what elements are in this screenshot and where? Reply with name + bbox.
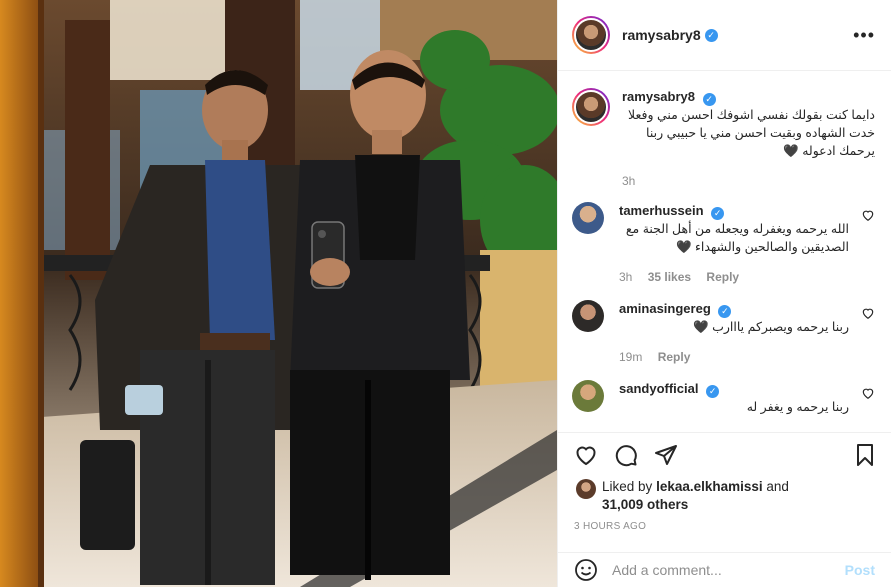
share-paper-plane-icon[interactable]: [654, 443, 678, 467]
verified-badge-icon: ✓: [704, 28, 718, 42]
commenter-username[interactable]: tamerhussein: [619, 203, 704, 218]
action-bar: [558, 432, 891, 476]
verified-badge-icon: ✓: [718, 305, 732, 318]
comment-item: aminasingereg ✓ ربنا يرحمه ويصبركم يااار…: [572, 300, 875, 364]
liker-avatar[interactable]: [576, 479, 596, 499]
verified-badge-icon: ✓: [711, 207, 725, 220]
post-timestamp[interactable]: 3 HOURS AGO: [574, 521, 646, 532]
like-comment-heart-icon[interactable]: [861, 208, 875, 222]
author-avatar[interactable]: [572, 16, 610, 54]
like-comment-heart-icon[interactable]: [861, 386, 875, 400]
post-photo[interactable]: [0, 0, 557, 587]
verified-badge-icon: ✓: [702, 93, 716, 106]
liked-by-prefix: Liked by: [602, 479, 653, 494]
emoji-icon[interactable]: [574, 558, 598, 582]
reply-button[interactable]: Reply: [706, 270, 739, 284]
comments-list[interactable]: ramysabry8 ✓ دايما كنت بقولك نفسي اشوفك …: [558, 72, 891, 432]
liker-username[interactable]: lekaa.elkhamissi: [656, 479, 763, 494]
verified-badge-icon: ✓: [706, 385, 720, 398]
caption-text: دايما كنت بقولك نفسي اشوفك احسن مني وفعل…: [627, 108, 875, 158]
reply-button[interactable]: Reply: [658, 350, 691, 364]
post-caption: ramysabry8 ✓ دايما كنت بقولك نفسي اشوفك …: [572, 88, 875, 188]
commenter-avatar[interactable]: [572, 202, 604, 234]
comment-text: ربنا يرحمه ويصبركم يااارب 🖤: [693, 320, 849, 334]
post-header: ramysabry8 ✓ •••: [558, 0, 891, 71]
caption-author-avatar[interactable]: [572, 88, 610, 126]
comment-bubble-icon[interactable]: [614, 443, 638, 467]
more-options-icon[interactable]: •••: [853, 25, 875, 46]
comment-item: tamerhussein ✓ الله يرحمه ويغفرله ويجعله…: [572, 202, 875, 284]
commenter-username[interactable]: sandyofficial: [619, 381, 698, 396]
likes-summary: Liked by lekaa.elkhamissi and 31,009 oth…: [576, 478, 875, 514]
likes-others-count[interactable]: 31,009 others: [602, 497, 688, 512]
author-username[interactable]: ramysabry8: [622, 27, 701, 43]
comment-time[interactable]: 19m: [619, 350, 642, 364]
add-comment-bar: Post: [558, 552, 891, 587]
comment-item: sandyofficial ✓ ربنا يرحمه و يغفر له: [572, 380, 875, 416]
save-bookmark-icon[interactable]: [853, 443, 877, 467]
comment-likes[interactable]: 35 likes: [648, 270, 691, 284]
caption-username[interactable]: ramysabry8: [622, 89, 695, 104]
commenter-username[interactable]: aminasingereg: [619, 301, 711, 316]
liked-by-joiner: and: [766, 479, 789, 494]
add-comment-input[interactable]: [612, 562, 845, 578]
caption-time[interactable]: 3h: [622, 174, 635, 188]
comment-text: ربنا يرحمه و يغفر له: [746, 400, 849, 414]
post-side-panel: ramysabry8 ✓ ••• ramysabry8 ✓ دايما كنت …: [557, 0, 891, 587]
commenter-avatar[interactable]: [572, 300, 604, 332]
like-comment-heart-icon[interactable]: [861, 306, 875, 320]
like-heart-icon[interactable]: [574, 443, 598, 467]
commenter-avatar[interactable]: [572, 380, 604, 412]
comment-time[interactable]: 3h: [619, 270, 632, 284]
comment-text: الله يرحمه ويغفرله ويجعله من أهل الجنة م…: [625, 222, 849, 254]
post-image-illustration: [0, 0, 557, 587]
post-comment-button[interactable]: Post: [845, 562, 875, 578]
